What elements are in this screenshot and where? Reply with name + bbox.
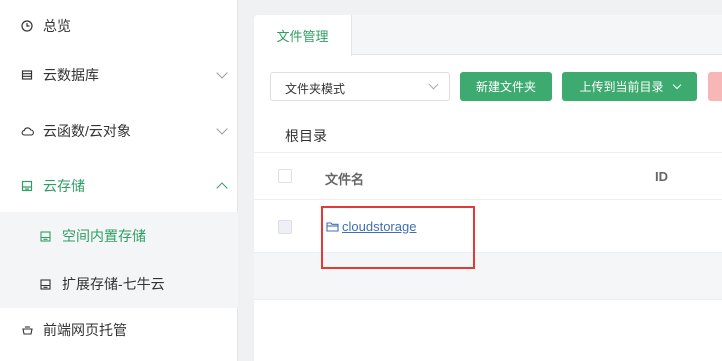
select-all-checkbox[interactable] bbox=[278, 169, 292, 183]
cloud-icon bbox=[20, 124, 34, 138]
sidebar-item-label: 云函数/云对象 bbox=[43, 123, 131, 139]
sidebar-item-cloud-functions[interactable]: 云函数/云对象 bbox=[0, 105, 238, 157]
delete-button[interactable] bbox=[708, 72, 722, 101]
upload-button-label: 上传到当前目录 bbox=[579, 80, 664, 94]
storage-box-icon bbox=[39, 278, 51, 290]
sidebar: 总览 云数据库 云函数/云对象 云存储 空间内置存储 扩展存储-七牛云 前端网页… bbox=[0, 0, 238, 361]
hosting-icon bbox=[20, 323, 34, 337]
sidebar-item-database[interactable]: 云数据库 bbox=[0, 49, 238, 101]
chevron-down-icon bbox=[216, 67, 228, 79]
chevron-up-icon bbox=[216, 182, 228, 194]
chevron-down-icon bbox=[672, 80, 681, 89]
tab-bar: 文件管理 bbox=[254, 15, 722, 56]
sidebar-submenu: 空间内置存储 扩展存储-七牛云 bbox=[0, 212, 238, 308]
sidebar-subitem-builtin-storage[interactable]: 空间内置存储 bbox=[0, 212, 238, 260]
clock-icon bbox=[20, 19, 34, 33]
tab-file-management[interactable]: 文件管理 bbox=[254, 15, 352, 56]
new-folder-button[interactable]: 新建文件夹 bbox=[460, 72, 552, 101]
new-folder-button-label: 新建文件夹 bbox=[475, 80, 536, 94]
row-checkbox[interactable] bbox=[278, 220, 292, 234]
sidebar-item-label: 总览 bbox=[43, 18, 71, 34]
sidebar-item-label: 云存储 bbox=[43, 178, 85, 194]
storage-box-icon bbox=[39, 230, 51, 242]
sidebar-item-overview[interactable]: 总览 bbox=[0, 0, 238, 52]
mode-select-value: 文件夹模式 bbox=[285, 82, 346, 96]
database-icon bbox=[20, 68, 34, 82]
mode-select[interactable]: 文件夹模式 bbox=[270, 72, 450, 101]
sidebar-item-cloud-storage[interactable]: 云存储 bbox=[0, 160, 238, 212]
sidebar-subitem-label: 扩展存储-七牛云 bbox=[62, 276, 165, 292]
file-manager-panel: 文件管理 文件夹模式 新建文件夹 上传到当前目录 根目录 文件名 ID clou… bbox=[254, 15, 722, 361]
sidebar-item-label: 云数据库 bbox=[43, 67, 99, 83]
chevron-down-icon bbox=[216, 123, 228, 135]
sidebar-subitem-label: 空间内置存储 bbox=[62, 228, 146, 244]
sidebar-subitem-qiniu-storage[interactable]: 扩展存储-七牛云 bbox=[0, 260, 238, 308]
highlight-box bbox=[321, 206, 475, 269]
column-header-id: ID bbox=[655, 169, 668, 184]
upload-button[interactable]: 上传到当前目录 bbox=[562, 72, 697, 101]
storage-icon bbox=[20, 179, 34, 193]
column-header-filename: 文件名 bbox=[325, 172, 365, 187]
chevron-down-icon bbox=[428, 79, 439, 90]
breadcrumb[interactable]: 根目录 bbox=[285, 126, 327, 146]
sidebar-item-label: 前端网页托管 bbox=[43, 322, 127, 338]
table-header: 文件名 ID bbox=[254, 152, 722, 200]
sidebar-item-web-hosting[interactable]: 前端网页托管 bbox=[0, 304, 238, 356]
